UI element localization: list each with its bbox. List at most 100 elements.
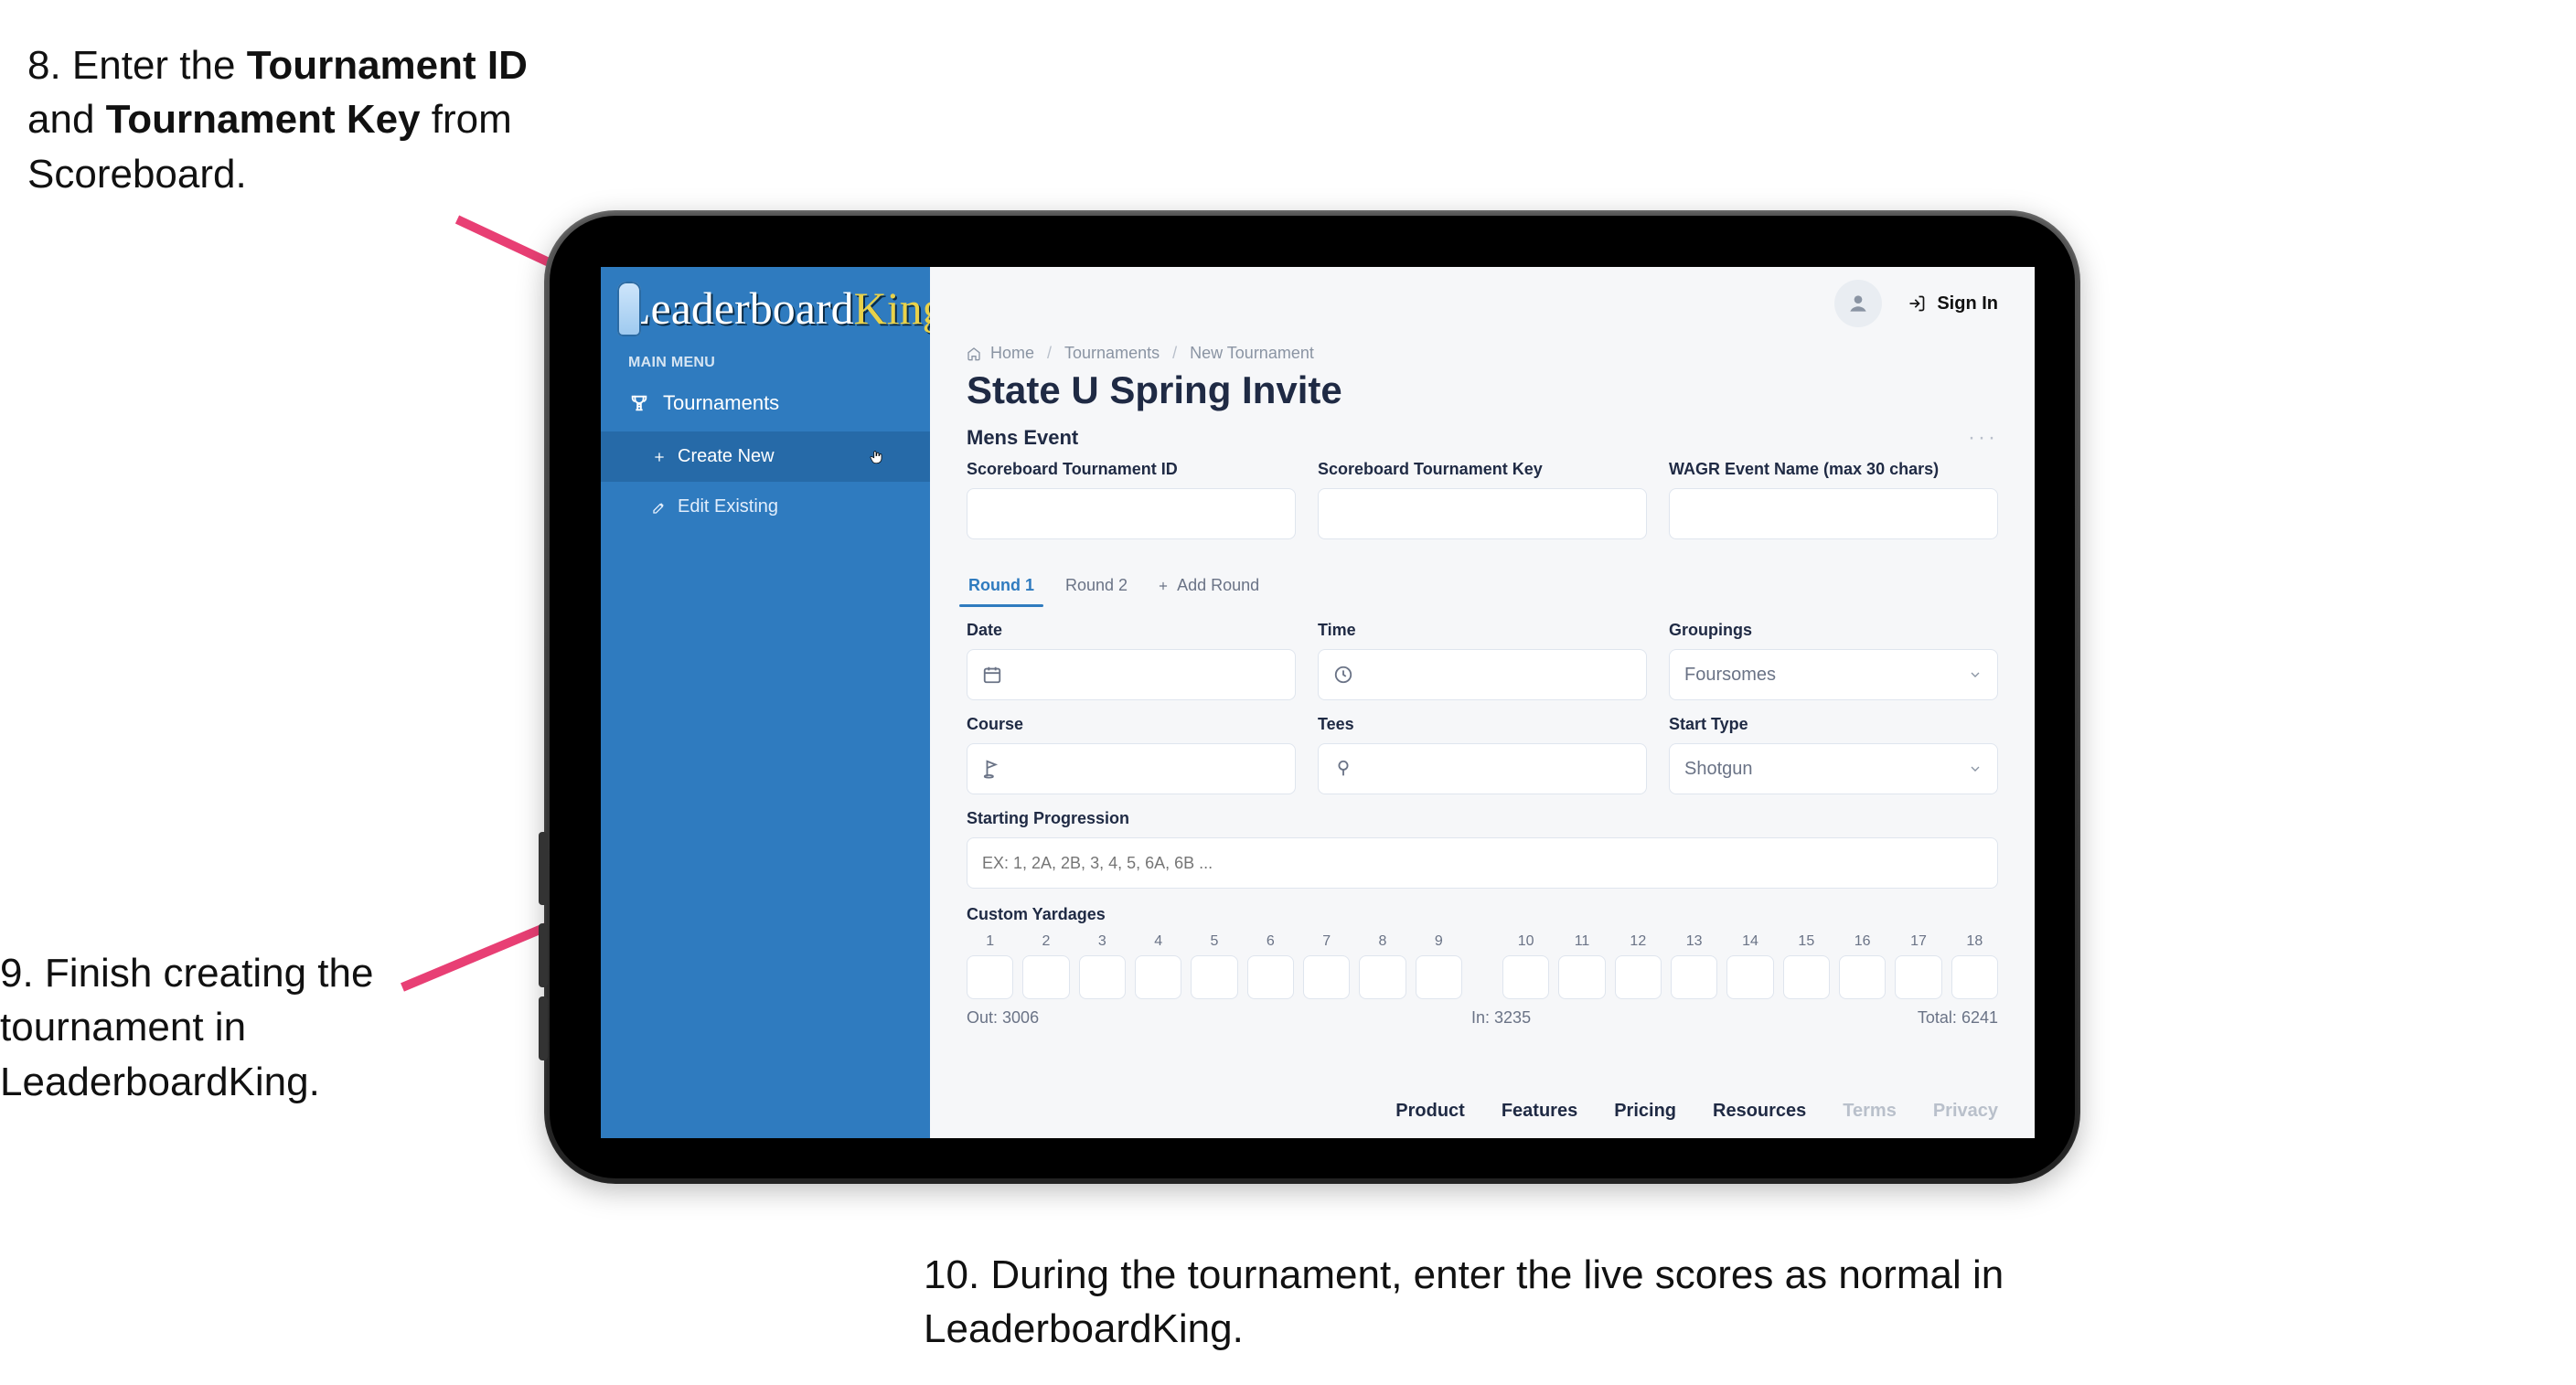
hole-input[interactable] — [1022, 955, 1069, 999]
hole-input[interactable] — [1951, 955, 1998, 999]
footer-privacy[interactable]: Privacy — [1933, 1101, 1998, 1122]
hole-input[interactable] — [1079, 955, 1126, 999]
tablet-volume-down — [539, 996, 548, 1060]
hole-input[interactable] — [1303, 955, 1350, 999]
hole-number: 8 — [1359, 933, 1406, 950]
hole-cell: 10 — [1502, 933, 1549, 999]
input[interactable] — [1333, 505, 1631, 524]
hole-input[interactable] — [967, 955, 1013, 999]
footer-pricing[interactable]: Pricing — [1614, 1101, 1676, 1122]
cursor-hand-icon — [868, 447, 884, 467]
hole-number: 5 — [1191, 933, 1237, 950]
input[interactable] — [982, 505, 1280, 524]
text-bold: Tournament Key — [106, 97, 421, 142]
groupings-select[interactable]: Foursomes — [1669, 649, 1998, 700]
breadcrumb-tournaments[interactable]: Tournaments — [1064, 344, 1160, 363]
hole-cell: 9 — [1416, 933, 1462, 999]
time-input[interactable] — [1318, 649, 1647, 700]
hole-cell: 16 — [1839, 933, 1886, 999]
tab-round-2[interactable]: Round 2 — [1064, 565, 1129, 606]
course-input[interactable] — [967, 743, 1296, 794]
hole-cell: 13 — [1671, 933, 1717, 999]
hole-input[interactable] — [1895, 955, 1941, 999]
field-label: Scoreboard Tournament ID — [967, 460, 1296, 479]
hole-number: 9 — [1416, 933, 1462, 950]
avatar[interactable] — [1834, 280, 1882, 327]
sidebar-item-tournaments[interactable]: Tournaments — [601, 375, 930, 431]
field-label: Start Type — [1669, 715, 1998, 734]
sidebar-sub-create-new[interactable]: Create New — [601, 431, 930, 482]
hole-input[interactable] — [1502, 955, 1549, 999]
custom-yardages: Custom Yardages 1 2 3 4 5 6 7 8 9 — [930, 905, 2035, 1028]
form-row-course: Course Tees — [930, 715, 2035, 794]
hole-input[interactable] — [1416, 955, 1462, 999]
hole-number: 13 — [1671, 933, 1717, 950]
scoreboard-key-input[interactable] — [1318, 488, 1647, 539]
hole-input[interactable] — [1247, 955, 1294, 999]
add-round-button[interactable]: Add Round — [1157, 576, 1259, 595]
hole-input[interactable] — [1839, 955, 1886, 999]
hole-number: 12 — [1615, 933, 1662, 950]
start-type-select[interactable]: Shotgun — [1669, 743, 1998, 794]
annotation-step-8: 8. Enter the Tournament ID and Tournamen… — [27, 38, 540, 201]
sidebar-sub-label: Create New — [678, 446, 775, 467]
hole-input[interactable] — [1558, 955, 1605, 999]
starting-progression-input[interactable] — [967, 837, 1998, 889]
hole-input[interactable] — [1671, 955, 1717, 999]
date-input[interactable] — [967, 649, 1296, 700]
tees-input[interactable] — [1318, 743, 1647, 794]
calendar-icon — [982, 665, 1002, 685]
input[interactable] — [1364, 760, 1631, 779]
text: 8. Enter the — [27, 43, 247, 88]
breadcrumb-home[interactable]: Home — [990, 344, 1034, 363]
text-bold: Tournament ID — [247, 43, 528, 88]
signin-label: Sign In — [1937, 293, 1998, 314]
input[interactable] — [1684, 505, 1983, 524]
hole-input[interactable] — [1191, 955, 1237, 999]
sidebar: LeaderboardKing MAIN MENU Tournaments — [601, 267, 930, 1138]
kebab-menu-button[interactable]: ··· — [1968, 425, 1998, 451]
field-label: Scoreboard Tournament Key — [1318, 460, 1647, 479]
signin-button[interactable]: Sign In — [1908, 293, 1998, 314]
tablet-screen: LeaderboardKing MAIN MENU Tournaments — [601, 267, 2035, 1138]
input[interactable] — [982, 854, 1983, 873]
footer-features[interactable]: Features — [1502, 1101, 1577, 1122]
hole-input[interactable] — [1359, 955, 1406, 999]
tab-round-1[interactable]: Round 1 — [967, 565, 1036, 606]
yardage-totals: Out: 3006 In: 3235 Total: 6241 — [967, 1008, 1998, 1028]
user-icon — [1846, 292, 1870, 315]
hole-cell: 17 — [1895, 933, 1941, 999]
footer-resources[interactable]: Resources — [1713, 1101, 1806, 1122]
add-round-label: Add Round — [1177, 576, 1259, 595]
input[interactable] — [1013, 666, 1280, 685]
field-label: Course — [967, 715, 1296, 734]
hole-input[interactable] — [1783, 955, 1830, 999]
input[interactable] — [1013, 760, 1280, 779]
scoreboard-id-input[interactable] — [967, 488, 1296, 539]
footer-terms[interactable]: Terms — [1843, 1101, 1897, 1122]
field-scoreboard-key: Scoreboard Tournament Key — [1318, 460, 1647, 539]
custom-yardages-label: Custom Yardages — [967, 905, 1998, 924]
hole-number: 11 — [1558, 933, 1605, 950]
wagr-name-input[interactable] — [1669, 488, 1998, 539]
sidebar-section-label: MAIN MENU — [601, 347, 930, 375]
home-icon — [967, 346, 981, 361]
edit-icon — [652, 500, 667, 515]
hole-cell: 6 — [1247, 933, 1294, 999]
input[interactable] — [1364, 666, 1631, 685]
field-label: Date — [967, 621, 1296, 640]
hole-input[interactable] — [1726, 955, 1773, 999]
select-value: Foursomes — [1684, 665, 1776, 686]
chevron-down-icon — [1968, 667, 1983, 682]
footer-product[interactable]: Product — [1395, 1101, 1465, 1122]
field-label: Groupings — [1669, 621, 1998, 640]
breadcrumb-sep — [1043, 344, 1055, 363]
sidebar-sub-edit-existing[interactable]: Edit Existing — [601, 482, 930, 532]
field-scoreboard-id: Scoreboard Tournament ID — [967, 460, 1296, 539]
hole-cell: 12 — [1615, 933, 1662, 999]
total-value: 6241 — [1961, 1008, 1998, 1027]
hole-input[interactable] — [1135, 955, 1181, 999]
hole-input[interactable] — [1615, 955, 1662, 999]
main-content: Sign In Home Tournaments N — [930, 267, 2035, 1138]
field-course: Course — [967, 715, 1296, 794]
